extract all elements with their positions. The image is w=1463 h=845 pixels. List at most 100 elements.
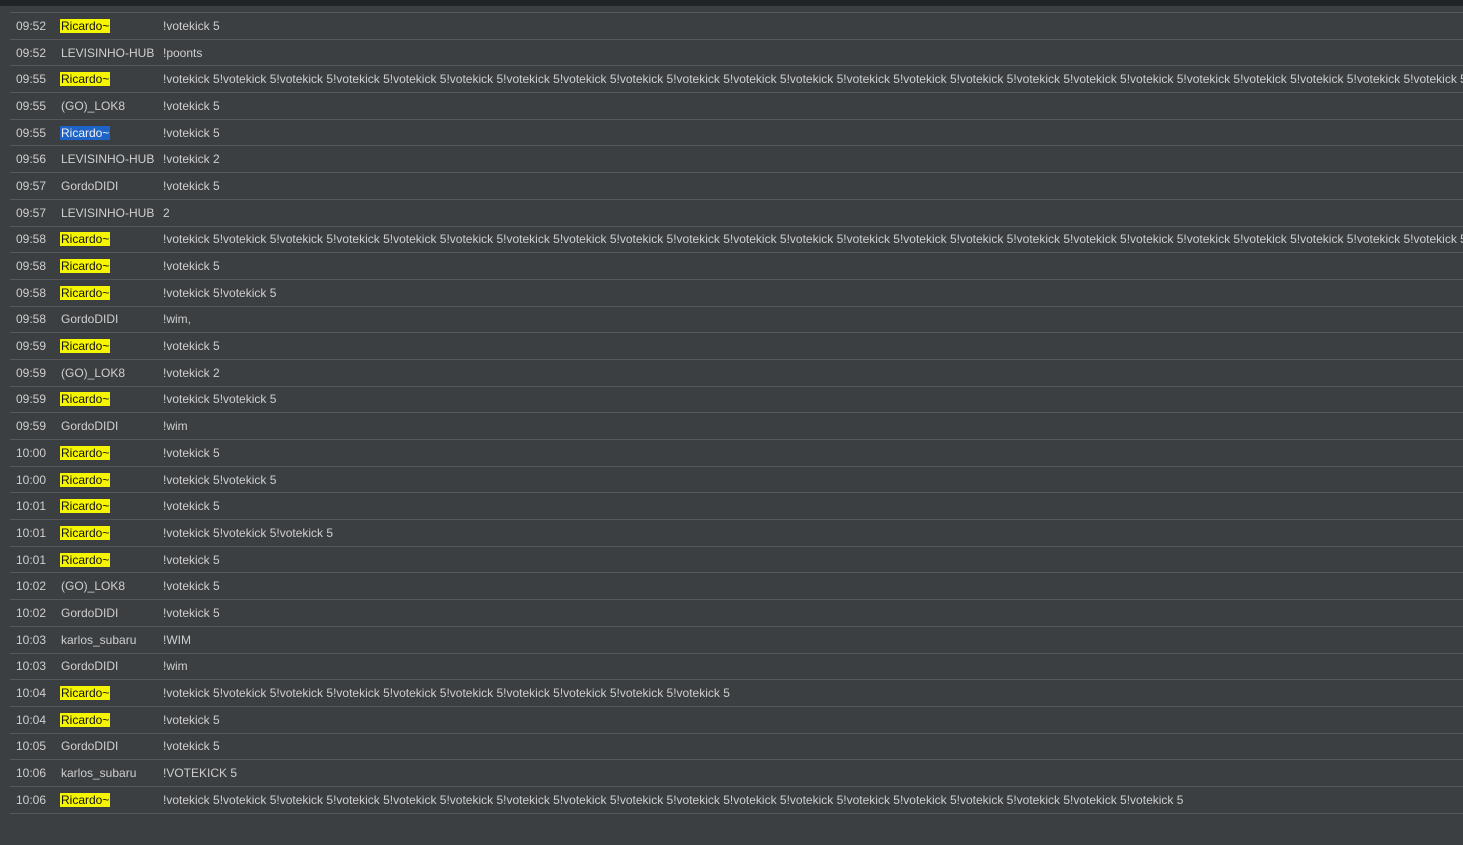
- username-label[interactable]: Ricardo~: [60, 285, 111, 300]
- message-timestamp: 09:59: [16, 419, 47, 434]
- username-label[interactable]: LEVISINHO-HUB: [60, 206, 155, 220]
- chat-message-row[interactable]: 10:04 Ricardo~ !votekick 5!votekick 5!vote…: [10, 680, 1463, 707]
- chat-message-row[interactable]: 10:02 GordoDIDI !votekick 5: [10, 600, 1463, 627]
- chat-message-row[interactable]: 10:00 Ricardo~ !votekick 5!votekick 5: [10, 467, 1463, 494]
- chat-message-row[interactable]: 10:03 karlos_subaru !WIM: [10, 627, 1463, 654]
- chat-message-row[interactable]: 09:52 Ricardo~ !votekick 5: [10, 13, 1463, 40]
- username-label[interactable]: karlos_subaru: [60, 633, 137, 647]
- message-username[interactable]: GordoDIDI: [60, 312, 163, 326]
- username-label[interactable]: GordoDIDI: [60, 179, 119, 193]
- message-username[interactable]: (GO)_LOK8: [60, 366, 163, 380]
- username-label[interactable]: Ricardo~: [60, 712, 111, 727]
- username-label[interactable]: Ricardo~: [60, 259, 111, 274]
- message-username[interactable]: karlos_subaru: [60, 633, 163, 647]
- message-username[interactable]: Ricardo~: [60, 792, 163, 807]
- message-username[interactable]: Ricardo~: [60, 525, 163, 540]
- message-username[interactable]: Ricardo~: [60, 72, 163, 87]
- message-username[interactable]: LEVISINHO-HUB: [60, 46, 163, 60]
- chat-message-row[interactable]: 09:58 GordoDIDI !wim,: [10, 307, 1463, 334]
- message-timestamp: 10:06: [16, 766, 47, 781]
- username-label[interactable]: Ricardo~: [60, 445, 111, 460]
- message-username[interactable]: Ricardo~: [60, 712, 163, 727]
- chat-message-row[interactable]: 10:01 Ricardo~ !votekick 5!votekick 5!vote…: [10, 520, 1463, 547]
- username-label[interactable]: (GO)_LOK8: [60, 99, 126, 113]
- chat-message-row[interactable]: 10:06 Ricardo~ !votekick 5!votekick 5!vote…: [10, 787, 1463, 814]
- message-username[interactable]: Ricardo~: [60, 18, 163, 33]
- message-username[interactable]: GordoDIDI: [60, 179, 163, 193]
- message-timestamp: 09:58: [16, 232, 47, 247]
- chat-message-row[interactable]: 09:57 LEVISINHO-HUB 2: [10, 200, 1463, 227]
- username-label[interactable]: GordoDIDI: [60, 739, 119, 753]
- username-label[interactable]: GordoDIDI: [60, 606, 119, 620]
- message-username[interactable]: GordoDIDI: [60, 419, 163, 433]
- username-label[interactable]: Ricardo~: [60, 552, 111, 567]
- username-label[interactable]: Ricardo~: [60, 232, 111, 247]
- username-label[interactable]: Ricardo~: [60, 686, 111, 701]
- message-timestamp: 10:06: [16, 792, 47, 807]
- chat-message-row[interactable]: 09:56 LEVISINHO-HUB !votekick 2: [10, 146, 1463, 174]
- chat-message-row[interactable]: 10:06 karlos_subaru !VOTEKICK 5: [10, 760, 1463, 787]
- chat-log[interactable]: 09:52 Ricardo~ !votekick 5 09:52 LEVISINHO-H…: [10, 12, 1463, 814]
- username-label[interactable]: (GO)_LOK8: [60, 366, 126, 380]
- chat-message-row[interactable]: 10:01 Ricardo~ !votekick 5: [10, 547, 1463, 574]
- username-label[interactable]: Ricardo~: [60, 525, 111, 540]
- message-username[interactable]: Ricardo~: [60, 259, 163, 274]
- message-username[interactable]: Ricardo~: [60, 686, 163, 701]
- message-timestamp: 10:01: [16, 499, 47, 514]
- message-username[interactable]: LEVISINHO-HUB: [60, 152, 163, 166]
- message-timestamp: 09:55: [16, 72, 47, 87]
- username-label[interactable]: LEVISINHO-HUB: [60, 152, 155, 166]
- message-username[interactable]: Ricardo~: [60, 445, 163, 460]
- chat-message-row[interactable]: 10:02 (GO)_LOK8 !votekick 5: [10, 573, 1463, 601]
- username-label[interactable]: Ricardo~: [60, 339, 111, 354]
- username-label[interactable]: LEVISINHO-HUB: [60, 46, 155, 60]
- message-username[interactable]: GordoDIDI: [60, 659, 163, 673]
- username-label[interactable]: Ricardo~: [60, 472, 111, 487]
- message-text: !votekick 5: [163, 739, 220, 754]
- chat-message-row[interactable]: 09:55 Ricardo~ !votekick 5: [10, 120, 1463, 147]
- message-username[interactable]: (GO)_LOK8: [60, 579, 163, 593]
- chat-message-row[interactable]: 09:58 Ricardo~ !votekick 5!votekick 5!vote…: [10, 227, 1463, 254]
- chat-message-row[interactable]: 10:01 Ricardo~ !votekick 5: [10, 493, 1463, 521]
- chat-message-row[interactable]: 10:00 Ricardo~ !votekick 5: [10, 440, 1463, 467]
- username-label[interactable]: Ricardo~: [60, 792, 111, 807]
- message-username[interactable]: Ricardo~: [60, 125, 163, 140]
- message-username[interactable]: karlos_subaru: [60, 766, 163, 780]
- chat-message-row[interactable]: 10:04 Ricardo~ !votekick 5: [10, 707, 1463, 734]
- message-username[interactable]: Ricardo~: [60, 232, 163, 247]
- chat-message-row[interactable]: 09:59 Ricardo~ !votekick 5!votekick 5: [10, 387, 1463, 414]
- message-username[interactable]: Ricardo~: [60, 339, 163, 354]
- username-label[interactable]: Ricardo~: [60, 392, 111, 407]
- message-username[interactable]: Ricardo~: [60, 285, 163, 300]
- username-label[interactable]: Ricardo~: [60, 72, 111, 87]
- message-timestamp: 09:58: [16, 312, 47, 327]
- chat-message-row[interactable]: 09:59 GordoDIDI !wim: [10, 413, 1463, 440]
- message-username[interactable]: Ricardo~: [60, 552, 163, 567]
- message-username[interactable]: LEVISINHO-HUB: [60, 206, 163, 220]
- chat-message-row[interactable]: 09:55 Ricardo~ !votekick 5!votekick 5!vote…: [10, 66, 1463, 94]
- message-username[interactable]: Ricardo~: [60, 472, 163, 487]
- username-label[interactable]: karlos_subaru: [60, 766, 137, 780]
- chat-message-row[interactable]: 10:05 GordoDIDI !votekick 5: [10, 734, 1463, 761]
- username-label[interactable]: (GO)_LOK8: [60, 579, 126, 593]
- username-label[interactable]: Ricardo~: [60, 18, 111, 33]
- chat-message-row[interactable]: 10:03 GordoDIDI !wim: [10, 654, 1463, 681]
- chat-message-row[interactable]: 09:58 Ricardo~ !votekick 5!votekick 5: [10, 280, 1463, 307]
- username-label[interactable]: Ricardo~: [60, 499, 111, 514]
- chat-message-row[interactable]: 09:59 Ricardo~ !votekick 5: [10, 333, 1463, 360]
- message-username[interactable]: Ricardo~: [60, 392, 163, 407]
- chat-message-row[interactable]: 09:59 (GO)_LOK8 !votekick 2: [10, 360, 1463, 387]
- chat-message-row[interactable]: 09:55 (GO)_LOK8 !votekick 5: [10, 93, 1463, 120]
- message-username[interactable]: (GO)_LOK8: [60, 99, 163, 113]
- username-label[interactable]: GordoDIDI: [60, 312, 119, 326]
- message-username[interactable]: Ricardo~: [60, 499, 163, 514]
- username-label[interactable]: Ricardo~: [60, 125, 111, 140]
- chat-message-row[interactable]: 09:57 GordoDIDI !votekick 5: [10, 173, 1463, 200]
- message-username[interactable]: GordoDIDI: [60, 739, 163, 753]
- username-label[interactable]: GordoDIDI: [60, 659, 119, 673]
- message-username[interactable]: GordoDIDI: [60, 606, 163, 620]
- chat-message-row[interactable]: 09:52 LEVISINHO-HUB !poonts: [10, 40, 1463, 67]
- message-text: !votekick 5!votekick 5!votekick 5!voteki…: [163, 72, 1463, 87]
- username-label[interactable]: GordoDIDI: [60, 419, 119, 433]
- chat-message-row[interactable]: 09:58 Ricardo~ !votekick 5: [10, 253, 1463, 280]
